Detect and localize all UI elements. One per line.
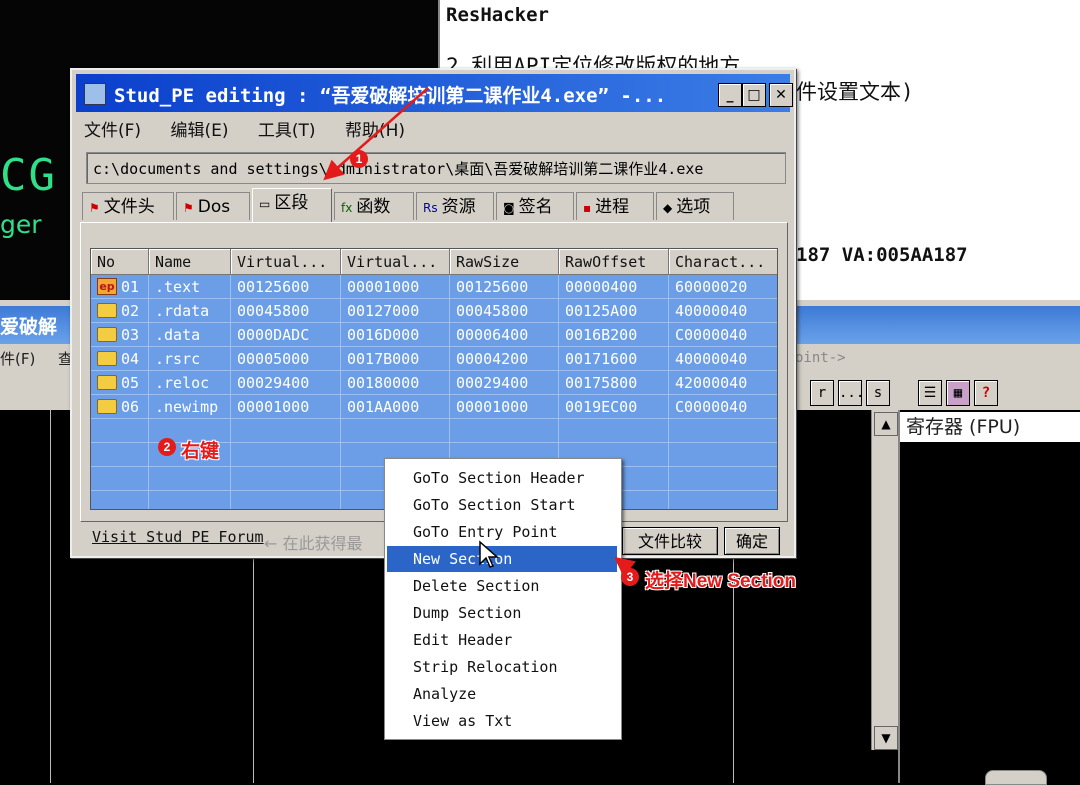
annotation-right-click: 右键 bbox=[181, 441, 220, 462]
annotation-badge-3: 3 bbox=[621, 568, 639, 586]
tab-sections[interactable]: ▭ 区段 bbox=[252, 188, 332, 222]
annotation-badge-2: 2 bbox=[158, 438, 176, 456]
tab-label: 区段 bbox=[274, 193, 309, 213]
section-icon: ▭ bbox=[259, 197, 271, 211]
annotation-badge-1: 1 bbox=[350, 150, 368, 168]
annotation-select-new-section: 选择New Section bbox=[645, 571, 796, 592]
annotation-arrows bbox=[323, 87, 637, 578]
annotation-arrow-1 bbox=[323, 87, 429, 181]
